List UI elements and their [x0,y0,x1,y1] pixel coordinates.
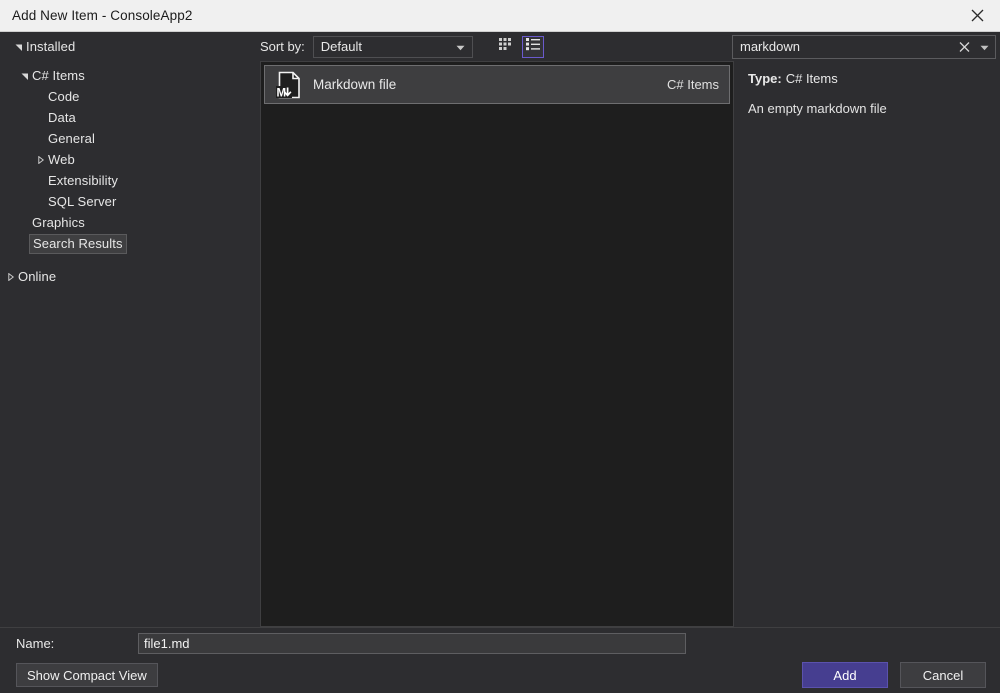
chevron-down-icon [456,38,465,56]
add-new-item-dialog: Add New Item - ConsoleApp2 Installed Sor… [0,0,1000,693]
svg-text:M: M [277,87,287,99]
sort-by-label: Sort by: [260,39,305,54]
category-tree: C# Items Code Data General Web [0,61,260,627]
list-item-category: C# Items [667,77,719,92]
name-row: Name: file1.md [0,628,1000,658]
sidebar-item-web[interactable]: Web [0,149,260,170]
sidebar-item-installed[interactable]: Installed [8,36,79,57]
window-title: Add New Item - ConsoleApp2 [0,8,192,23]
grid-view-button[interactable] [495,36,517,58]
sidebar-item-label: Search Results [33,236,123,251]
sidebar-item-label: SQL Server [48,194,116,209]
window-titlebar: Add New Item - ConsoleApp2 [0,0,1000,32]
chevron-expanded-icon [18,72,32,80]
sidebar-item-extensibility[interactable]: Extensibility [0,170,260,191]
sidebar-item-label: Installed [26,39,75,54]
dialog-actions: Add Cancel [802,658,986,692]
sidebar-item-label: Extensibility [48,173,118,188]
sidebar-item-label: Code [48,89,79,104]
list-item[interactable]: M Markdown file C# Items [264,65,730,104]
sidebar-item-csharp-items[interactable]: C# Items [0,65,260,86]
sidebar-item-label: Graphics [32,215,85,230]
search-input-value: markdown [733,39,800,54]
markdown-file-icon: M [271,70,307,100]
template-list[interactable]: M Markdown file C# Items [260,61,734,627]
details-type-row: Type: C# Items [748,71,986,86]
details-description: An empty markdown file [748,100,986,118]
sidebar-item-label: C# Items [32,68,85,83]
tree-header-zone: Installed [0,36,260,57]
button-row: Show Compact View Add Cancel [0,658,1000,692]
dialog-content: C# Items Code Data General Web [0,61,1000,627]
dialog-body: Installed Sort by: Default [0,32,1000,693]
list-view-icon [526,37,540,56]
sort-by-select[interactable]: Default [313,36,473,58]
grid-view-icon [499,37,513,56]
list-view-button[interactable] [522,36,544,58]
details-panel: Type: C# Items An empty markdown file [734,61,1000,627]
details-type-value: C# Items [786,71,838,86]
sidebar-item-data[interactable]: Data [0,107,260,128]
sidebar-item-sql-server[interactable]: SQL Server [0,191,260,212]
dialog-footer: Name: file1.md Show Compact View Add Can… [0,627,1000,693]
sidebar-item-label: General [48,131,95,146]
name-input-value: file1.md [144,636,190,651]
details-type-label: Type: [748,71,782,86]
add-button[interactable]: Add [802,662,888,688]
sidebar-item-label: Online [18,269,56,284]
view-mode-buttons [495,36,544,58]
sidebar-item-code[interactable]: Code [0,86,260,107]
chevron-expanded-icon [12,43,26,51]
search-input[interactable]: markdown [732,35,996,59]
sidebar-item-search-results[interactable]: Search Results [0,233,260,254]
chevron-down-icon[interactable] [980,38,989,56]
chevron-collapsed-icon [4,273,18,281]
chevron-collapsed-icon [34,156,48,164]
name-input[interactable]: file1.md [138,633,686,654]
toolbar: Installed Sort by: Default [0,32,1000,61]
clear-icon[interactable] [958,40,971,53]
sidebar-item-label: Data [48,110,76,125]
sidebar-item-general[interactable]: General [0,128,260,149]
sidebar-item-label: Web [48,152,75,167]
sidebar-item-online[interactable]: Online [0,266,260,287]
show-compact-view-button[interactable]: Show Compact View [16,663,158,687]
list-item-name: Markdown file [307,77,667,92]
close-icon[interactable] [954,0,1000,31]
sort-by-value: Default [314,39,362,54]
sidebar-item-graphics[interactable]: Graphics [0,212,260,233]
search-zone: markdown [732,32,1000,61]
cancel-button[interactable]: Cancel [900,662,986,688]
name-label: Name: [16,636,138,651]
